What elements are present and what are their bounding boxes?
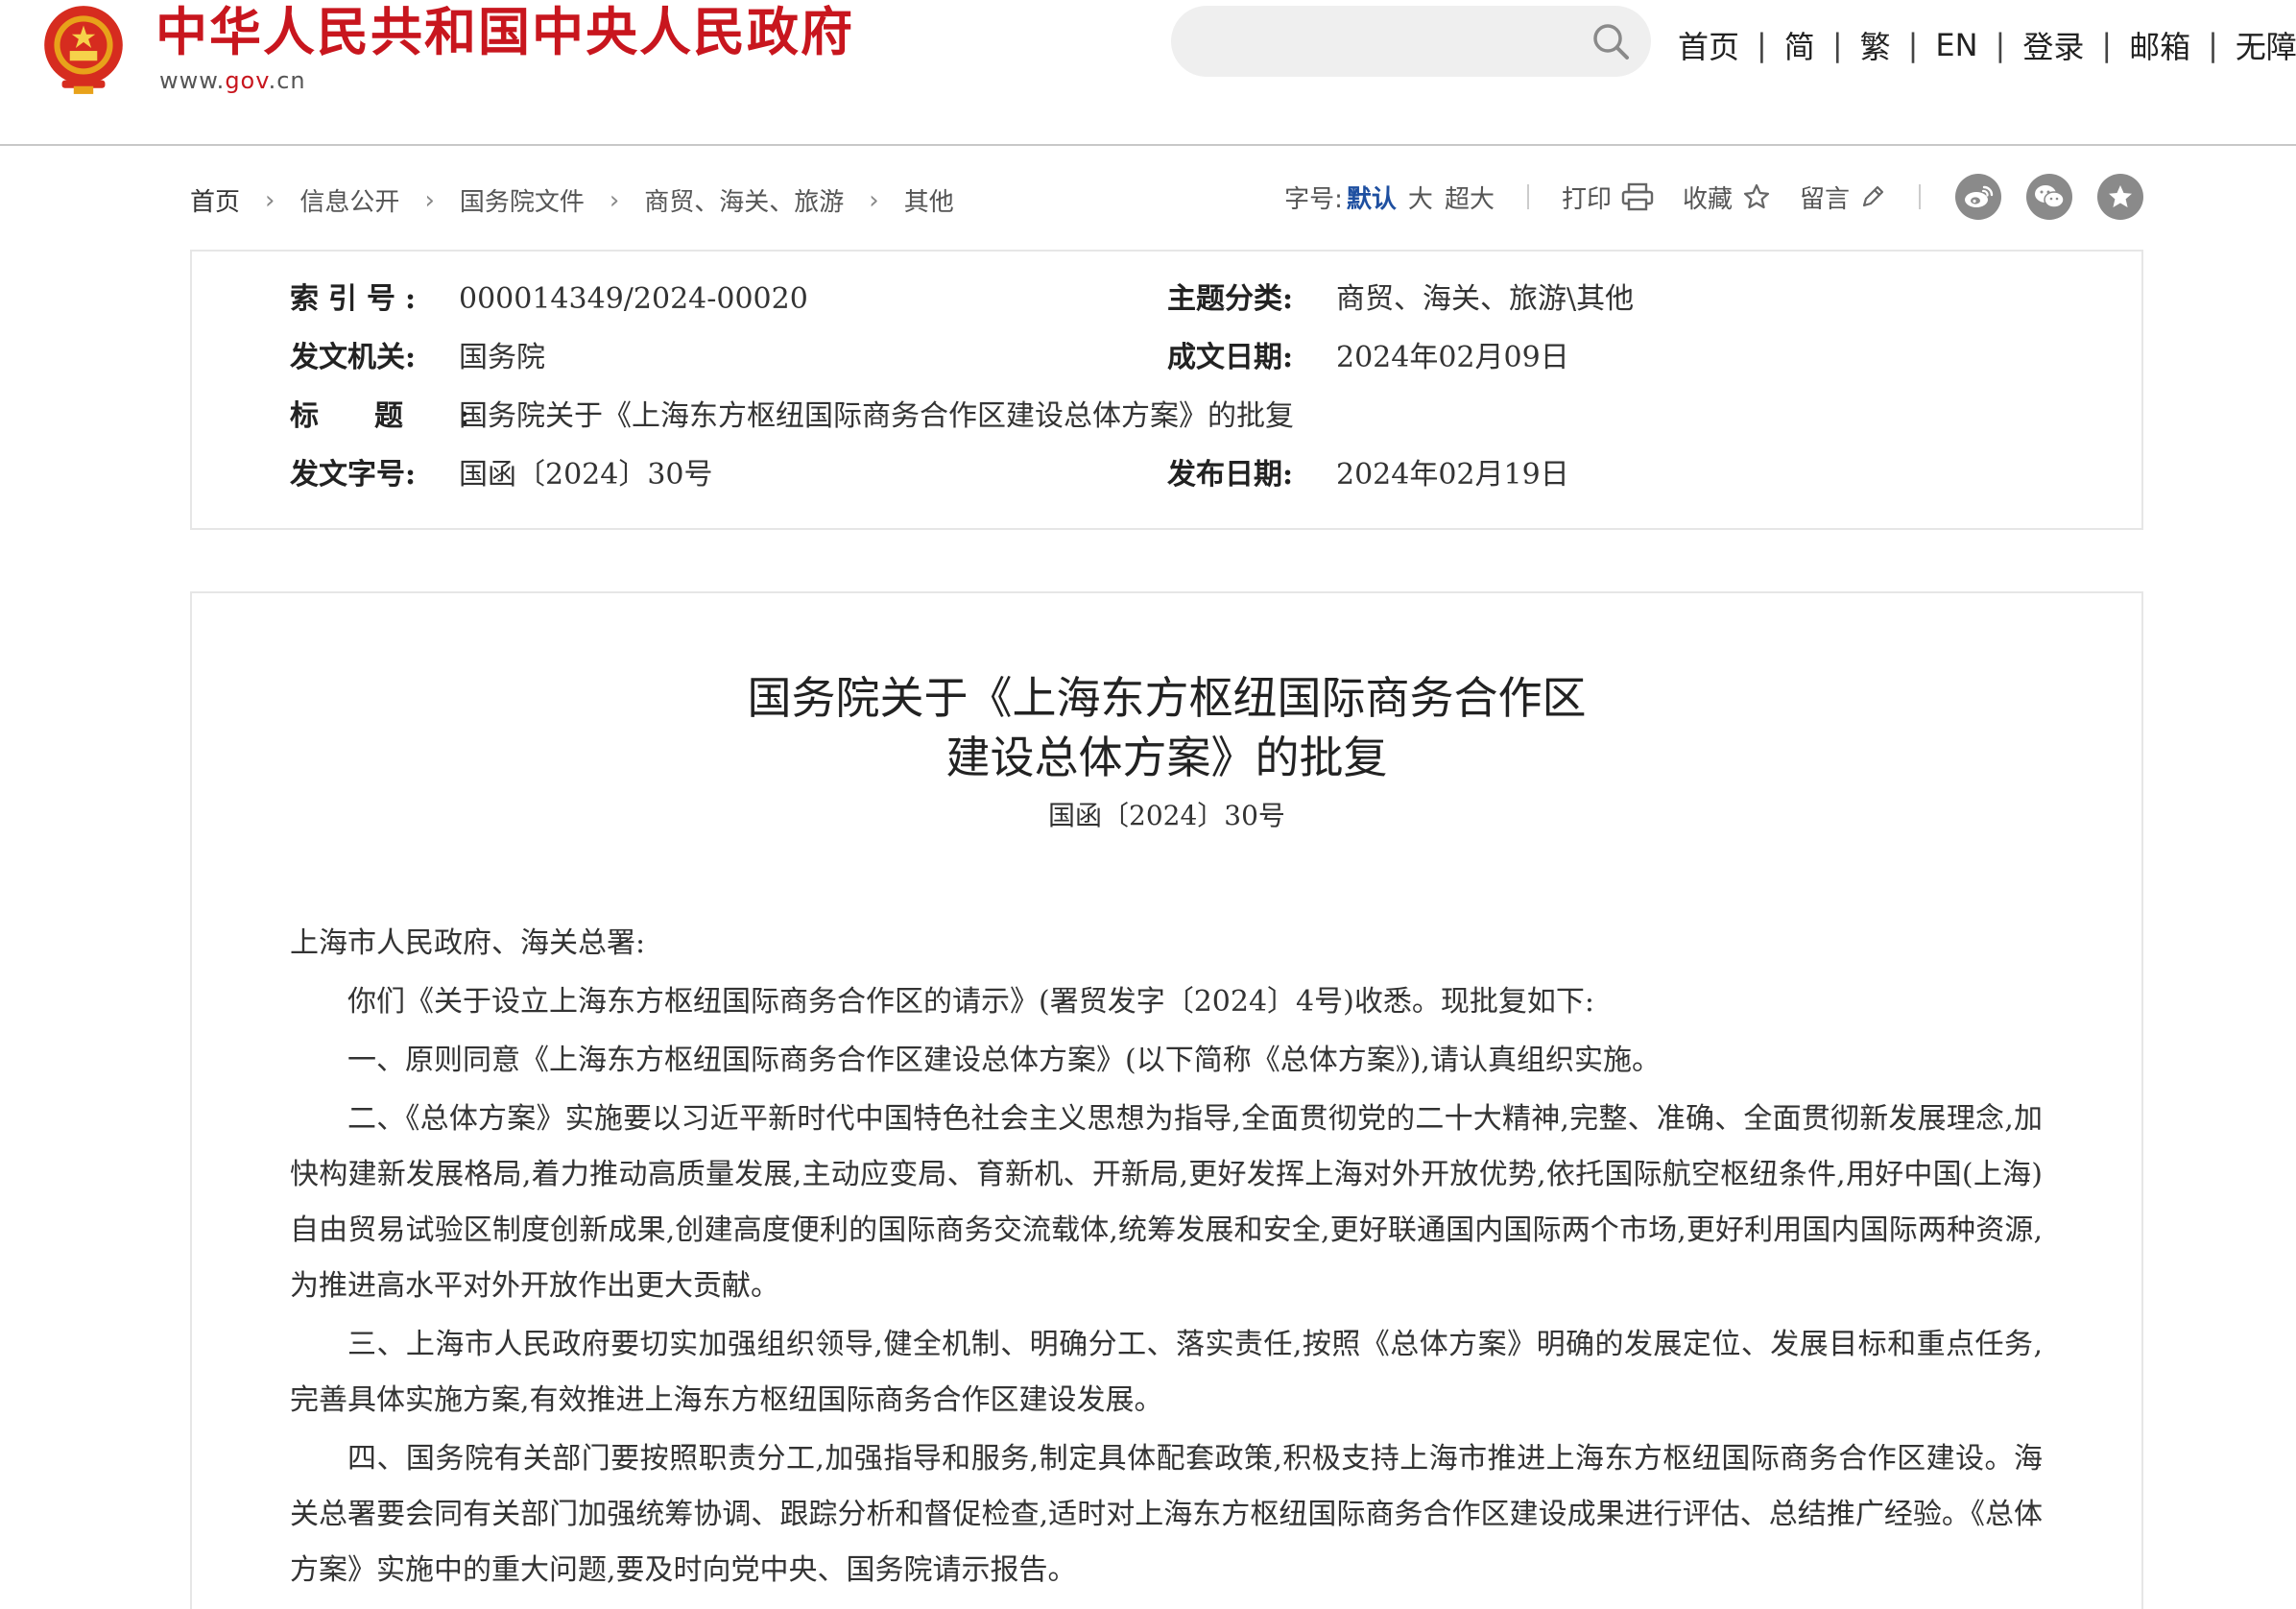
nav-traditional[interactable]: 繁 [1860,23,1891,67]
meta-key: 主题分类: [1167,282,1294,316]
chevron-right-icon: › [609,185,620,215]
meta-topic: 主题分类: 商贸、海关、旅游\其他 [1167,280,1634,319]
comment-button[interactable]: 留言 [1800,180,1886,215]
nav-separator: | [2208,27,2218,63]
breadcrumb-info-disclosure[interactable]: 信息公开 [299,182,399,218]
meta-key: 成文日期: [1167,341,1294,374]
national-emblem-icon[interactable] [35,0,132,98]
print-label: 打印 [1561,184,1612,214]
meta-value: 国务院关于《上海东方枢纽国际商务合作区建设总体方案》的批复 [459,399,1294,433]
nav-simplified[interactable]: 简 [1784,23,1815,67]
meta-value: 000014349/2024-00020 [459,282,808,316]
article-title-line: 建设总体方案》的批复 [945,732,1388,783]
meta-key: 发文机关: [290,341,417,374]
star-badge-icon [2109,185,2132,207]
article: 国务院关于《上海东方枢纽国际商务合作区 建设总体方案》的批复 国函〔2024〕3… [190,591,2143,1609]
article-paragraph: 三、上海市人民政府要切实加强组织领导,健全机制、明确分工、落实责任,按照《总体方… [290,1328,2043,1417]
article-body: 上海市人民政府、海关总署: 你们《关于设立上海东方枢纽国际商务合作区的请示》(署… [290,916,2043,1601]
breadcrumb-state-council-docs[interactable]: 国务院文件 [460,182,585,218]
comment-label: 留言 [1799,184,1850,214]
meta-key: 发文字号: [290,458,417,492]
meta-written-date: 成文日期: 2024年02月09日 [1167,339,1569,377]
wechat-icon [2035,185,2065,208]
nav-separator: | [1757,27,1767,63]
search-input[interactable] [1171,6,1651,77]
document-meta: 索引号: 000014349/2024-00020 主题分类: 商贸、海关、旅游\其… [190,250,2143,530]
site-title[interactable]: 中华人民共和国中央人民政府 [155,2,854,63]
party-share-button[interactable] [2097,174,2143,220]
article-doc-number: 国函〔2024〕30号 [1048,800,1285,831]
meta-value: 2024年02月19日 [1336,458,1569,492]
meta-value: 商贸、海关、旅游\其他 [1336,282,1635,316]
article-paragraph: 一、原则同意《上海东方枢纽国际商务合作区建设总体方案》(以下简称《总体方案》),… [347,1044,1661,1077]
font-size-label: 字号: [1284,184,1343,214]
nav-mail[interactable]: 邮箱 [2129,23,2190,67]
site-domain: www.gov.cn [159,67,306,94]
article-paragraph: 你们《关于设立上海东方枢纽国际商务合作区的请示》(署贸发字〔2024〕4号)收悉… [347,985,1594,1019]
nav-separator: | [1995,27,2006,63]
nav-home[interactable]: 首页 [1678,23,1739,67]
article-title-line: 国务院关于《上海东方枢纽国际商务合作区 [747,672,1587,724]
favorite-label: 收藏 [1682,184,1733,214]
meta-doc-no: 发文字号: 国函〔2024〕30号 [290,456,713,494]
font-size-default[interactable]: 默认 [1347,180,1397,215]
nav-separator: | [1831,27,1843,63]
nav-separator: | [1907,27,1919,63]
page-tools: 字号: 默认 大 超大 打印 收藏 留言 [1284,173,2143,221]
meta-index-no: 索引号: 000014349/2024-00020 [290,280,808,319]
print-button[interactable]: 打印 [1562,180,1654,215]
article-paragraph: 四、国务院有关部门要按照职责分工,加强指导和服务,制定具体配套政策,积极支持上海… [290,1442,2043,1587]
nav-login[interactable]: 登录 [2022,23,2084,67]
article-title: 国务院关于《上海东方枢纽国际商务合作区 建设总体方案》的批复 [192,668,2141,787]
nav-accessibility[interactable]: 无障碍 [2236,23,2296,67]
meta-title: 标题:国务院关于《上海东方枢纽国际商务合作区建设总体方案》的批复 [290,397,1294,436]
tools-divider [1526,184,1529,209]
font-size-large[interactable]: 大 [1408,180,1433,215]
meta-key: 索引号: [290,282,426,316]
domain-highlight: gov [225,67,269,94]
breadcrumb-home[interactable]: 首页 [190,182,240,218]
search-icon[interactable] [1591,22,1630,60]
weibo-icon [1965,185,1994,207]
top-nav: 首页 | 简 | 繁 | EN | 登录 | 邮箱 | 无障碍 [1678,21,2296,69]
breadcrumb-trade-customs-tourism[interactable]: 商贸、海关、旅游 [644,182,844,218]
meta-published-date: 发布日期: 2024年02月19日 [1167,456,1569,494]
breadcrumb-other[interactable]: 其他 [904,182,954,218]
font-size-xlarge[interactable]: 超大 [1445,180,1495,215]
star-icon [1743,183,1770,209]
meta-value: 国函〔2024〕30号 [459,458,713,492]
meta-key: 标题: [290,399,526,433]
domain-suffix: .cn [268,67,306,94]
article-paragraph: 二、《总体方案》实施要以习近平新时代中国特色社会主义思想为指导,全面贯彻党的二十… [290,1102,2043,1303]
toolbar: 首页 › 信息公开 › 国务院文件 › 商贸、海关、旅游 › 其他 字号: 默认… [190,173,2143,221]
site-header: 中华人民共和国中央人民政府 www.gov.cn 首页 | 简 | 繁 | EN | 登… [0,0,2296,146]
chevron-right-icon: › [265,185,275,215]
printer-icon [1621,182,1654,211]
tools-divider [1919,184,1921,209]
chevron-right-icon: › [424,185,435,215]
nav-english[interactable]: EN [1935,27,1977,63]
nav-separator: | [2101,27,2113,63]
meta-key: 发布日期: [1167,458,1294,492]
wechat-share-button[interactable] [2026,174,2072,220]
weibo-share-button[interactable] [1955,174,2001,220]
meta-value: 2024年02月09日 [1336,341,1569,374]
breadcrumb: 首页 › 信息公开 › 国务院文件 › 商贸、海关、旅游 › 其他 [190,182,954,218]
article-salutation: 上海市人民政府、海关总署: [290,926,646,960]
domain-prefix: www. [159,67,226,94]
chevron-right-icon: › [869,185,879,215]
favorite-button[interactable]: 收藏 [1683,180,1771,215]
meta-issuer: 发文机关: 国务院 [290,339,545,377]
meta-value: 国务院 [459,341,545,374]
pencil-icon [1862,185,1884,207]
